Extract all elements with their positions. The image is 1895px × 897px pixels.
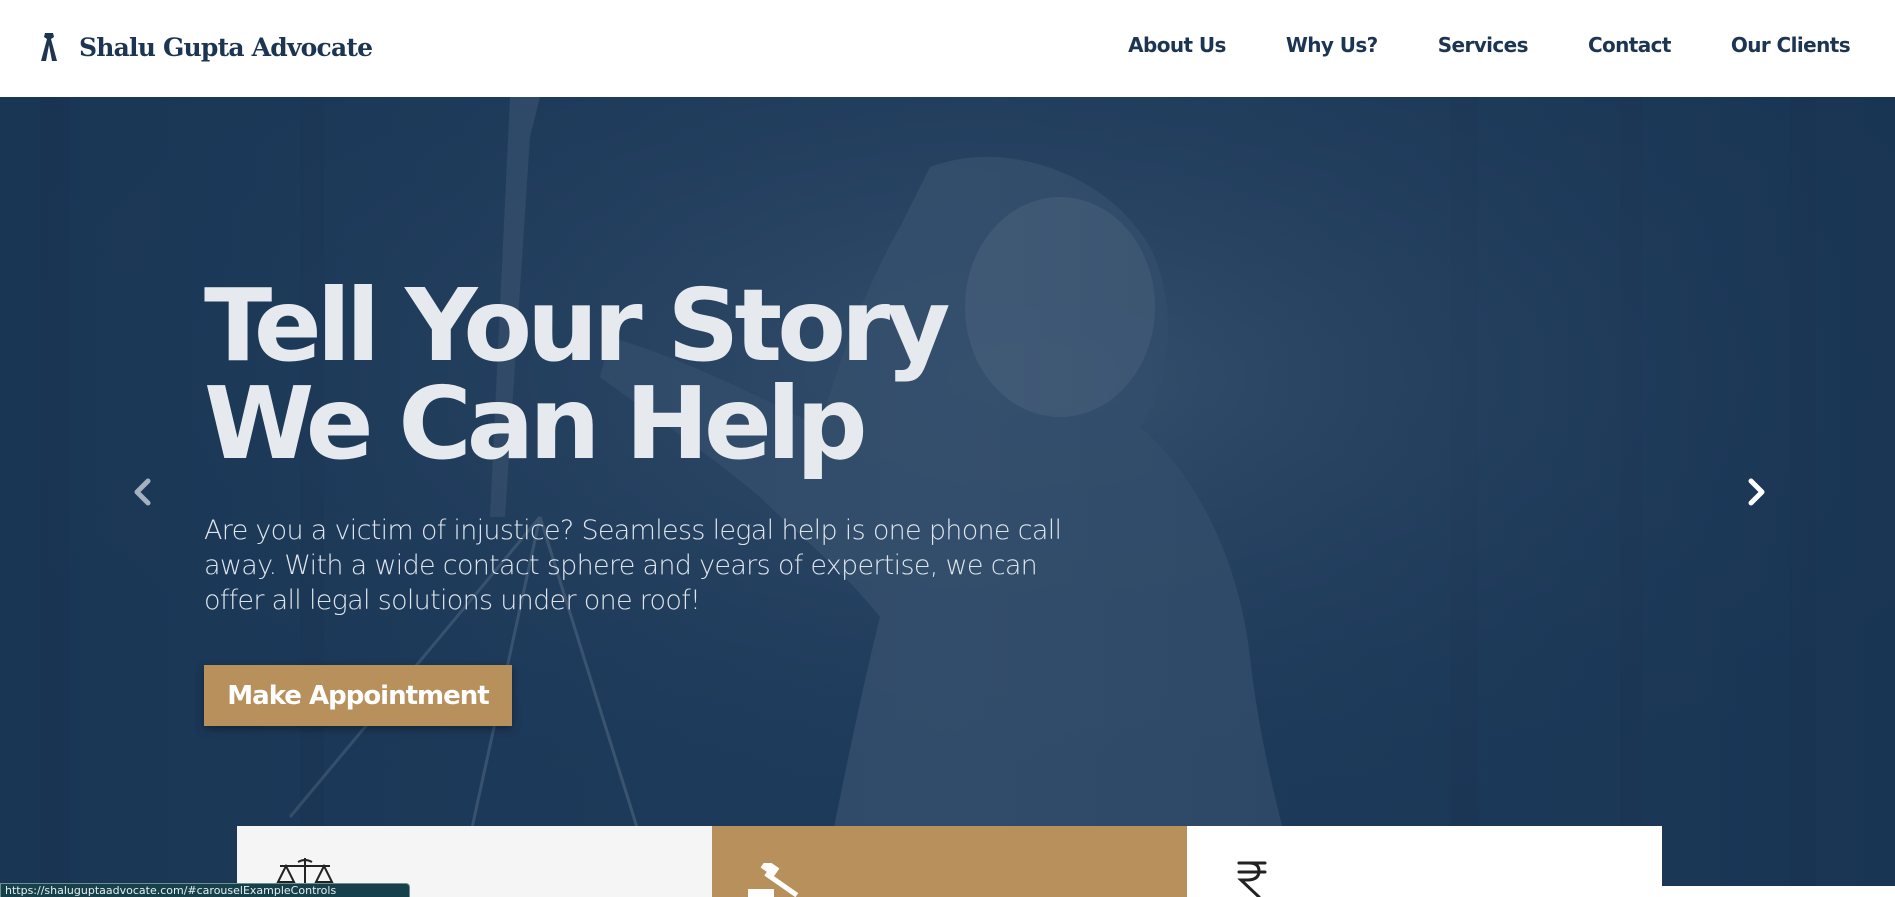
rupee-icon [1237, 861, 1267, 897]
hero-title: Tell Your Story We Can Help [204, 267, 950, 482]
nav-our-clients[interactable]: Our Clients [1731, 33, 1851, 57]
feature-card-fees[interactable] [1187, 826, 1662, 897]
gavel-icon [748, 863, 799, 897]
lady-justice-image [0, 97, 1895, 897]
nav-why-us[interactable]: Why Us? [1286, 33, 1378, 57]
nav-contact[interactable]: Contact [1588, 33, 1672, 57]
chevron-left-icon[interactable] [126, 475, 160, 509]
make-appointment-button[interactable]: Make Appointment [204, 665, 512, 726]
feature-cards [237, 826, 1662, 897]
main-nav: About Us Why Us? Services Contact Our Cl… [1068, 33, 1850, 57]
hero-carousel: Tell Your Story We Can Help Are you a vi… [0, 97, 1895, 897]
advocate-band-icon [41, 33, 57, 61]
nav-services[interactable]: Services [1438, 33, 1529, 57]
hero-description: Are you a victim of injustice? Seamless … [204, 515, 1062, 616]
brand-logo[interactable]: Shalu Gupta Advocate [36, 31, 373, 63]
status-bar-url: https://shaluguptaadvocate.com/#carousel… [0, 883, 410, 897]
nav-about-us[interactable]: About Us [1128, 33, 1226, 57]
page-edge-strip [1662, 886, 1895, 897]
chevron-right-icon[interactable] [1739, 475, 1773, 509]
site-header: Shalu Gupta Advocate About Us Why Us? Se… [0, 0, 1895, 97]
brand-name: Shalu Gupta Advocate [79, 32, 373, 62]
feature-card-court[interactable] [712, 826, 1187, 897]
